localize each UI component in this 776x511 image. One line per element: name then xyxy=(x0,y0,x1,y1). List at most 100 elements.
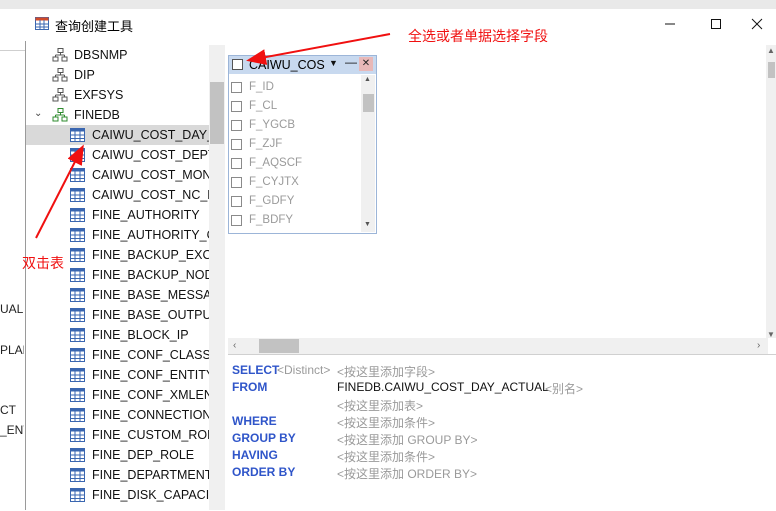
tree-item-table[interactable]: FINE_CONNECTION xyxy=(26,405,225,425)
tree-item-table[interactable]: FINE_BASE_MESSAGE xyxy=(26,285,225,305)
field-scroll-up-icon[interactable]: ▲ xyxy=(364,76,371,83)
field-row[interactable]: F_CYJTX xyxy=(231,173,361,192)
tree-item-label: FINEDB xyxy=(74,108,120,122)
close-button[interactable] xyxy=(735,9,776,39)
field-row[interactable]: F_CL xyxy=(231,97,361,116)
field-checkbox[interactable] xyxy=(231,120,242,131)
field-scroll-down-icon[interactable]: ▼ xyxy=(364,221,371,228)
scroll-left-arrow-icon[interactable]: ‹ xyxy=(233,340,236,351)
tree-item-schema[interactable]: DIP xyxy=(26,65,225,85)
field-label: F_BDFY xyxy=(249,214,294,226)
tree-item-schema[interactable]: ⌄ FINEDB xyxy=(26,105,225,125)
tree-item-table[interactable]: CAIWU_COST_DEPT xyxy=(26,145,225,165)
add-order-by-placeholder[interactable]: <按这里添加 ORDER BY> xyxy=(337,465,477,482)
table-icon xyxy=(70,448,85,465)
field-list-scrollbar-thumb[interactable] xyxy=(363,94,374,112)
tree-item-table[interactable]: FINE_DEP_ROLE xyxy=(26,445,225,465)
table-icon xyxy=(70,468,85,485)
table-icon xyxy=(70,188,85,205)
scroll-up-arrow-icon[interactable]: ▲ xyxy=(767,46,775,55)
scroll-right-arrow-icon[interactable]: › xyxy=(757,340,760,351)
canvas-vertical-scrollbar-thumb[interactable] xyxy=(768,62,775,78)
table-box-close-icon[interactable]: ✕ xyxy=(359,57,373,71)
table-box-minimize-icon[interactable]: — xyxy=(345,55,357,69)
field-row[interactable]: F_ZJF xyxy=(231,135,361,154)
having-keyword: HAVING xyxy=(232,448,278,462)
add-condition-placeholder[interactable]: <按这里添加条件> xyxy=(337,414,435,431)
add-table-placeholder[interactable]: <按这里添加表> xyxy=(337,397,423,414)
canvas-horizontal-scrollbar[interactable] xyxy=(228,338,768,354)
tree-item-label: CAIWU_COST_MONTH xyxy=(92,168,225,182)
tree-item-table[interactable]: FINE_BLOCK_IP xyxy=(26,325,225,345)
annotation-select-fields: 全选或者单据选择字段 xyxy=(408,28,548,44)
table-icon xyxy=(70,388,85,405)
tree-item-table[interactable]: FINE_AUTHORITY xyxy=(26,205,225,225)
table-icon xyxy=(70,248,85,265)
expand-chevron-icon[interactable]: ⌄ xyxy=(34,108,42,119)
tree-item-table[interactable]: FINE_CONF_ENTITY xyxy=(26,365,225,385)
dropdown-icon[interactable]: ▼ xyxy=(329,58,338,68)
tree-item-table[interactable]: FINE_CONF_XMLENTITY xyxy=(26,385,225,405)
from-keyword: FROM xyxy=(232,380,268,394)
database-tree[interactable]: DBSNMP DIP EXFSYS ⌄ FINEDB CAIWU_COST_DAY_ACT… xyxy=(26,41,225,510)
maximize-button[interactable] xyxy=(694,9,738,39)
add-field-placeholder[interactable]: <按这里添加字段> xyxy=(337,363,435,380)
table-box-title: CAIWU_COST_DAY_ACTUAL xyxy=(249,58,325,72)
field-row[interactable]: F_YGCB xyxy=(231,116,361,135)
add-having-placeholder[interactable]: <按这里添加条件> xyxy=(337,448,435,465)
tree-item-label: FINE_AUTHORITY xyxy=(92,208,200,222)
field-row[interactable]: F_BDFY xyxy=(231,211,361,230)
scroll-down-arrow-icon[interactable]: ▼ xyxy=(767,330,775,339)
schema-icon xyxy=(52,88,68,105)
schema-icon xyxy=(52,108,68,125)
add-group-by-placeholder[interactable]: <按这里添加 GROUP BY> xyxy=(337,431,477,448)
tree-scrollbar-thumb[interactable] xyxy=(210,82,224,144)
tree-item-table[interactable]: FINE_DISK_CAPACITY xyxy=(26,485,225,505)
minimize-button[interactable] xyxy=(648,9,692,39)
field-checkbox[interactable] xyxy=(231,215,242,226)
tree-item-label: CAIWU_COST_NC_BA xyxy=(92,188,224,202)
group-by-keyword: GROUP BY xyxy=(232,431,296,445)
schema-icon xyxy=(52,68,68,85)
sql-editor[interactable] xyxy=(228,354,776,511)
table-icon xyxy=(70,488,85,505)
field-row[interactable]: F_GDFY xyxy=(231,192,361,211)
tree-item-label: CAIWU_COST_DAY_ACTUAL xyxy=(92,128,225,142)
tree-item-table[interactable]: FINE_DEPARTMENT xyxy=(26,465,225,485)
table-icon xyxy=(70,148,85,165)
field-checkbox[interactable] xyxy=(231,101,242,112)
field-checkbox[interactable] xyxy=(231,158,242,169)
alias-placeholder[interactable]: <别名> xyxy=(545,380,583,397)
tree-item-label: FINE_BACKUP_NODE xyxy=(92,268,222,282)
field-row[interactable]: F_ID xyxy=(231,78,361,97)
schema-icon xyxy=(52,48,68,65)
canvas-horizontal-scrollbar-thumb[interactable] xyxy=(259,339,299,353)
select-all-checkbox[interactable] xyxy=(232,59,243,70)
field-row[interactable]: F_AQSCF xyxy=(231,154,361,173)
from-table-name[interactable]: FINEDB.CAIWU_COST_DAY_ACTUAL xyxy=(337,380,549,394)
table-icon xyxy=(70,428,85,445)
tree-item-table[interactable]: CAIWU_COST_DAY_ACTUAL xyxy=(26,125,225,145)
tree-item-table[interactable]: FINE_BASE_OUTPUT xyxy=(26,305,225,325)
tree-item-table[interactable]: CAIWU_COST_NC_BA xyxy=(26,185,225,205)
tree-item-label: DIP xyxy=(74,68,95,82)
tree-item-schema[interactable]: EXFSYS xyxy=(26,85,225,105)
field-checkbox[interactable] xyxy=(231,177,242,188)
select-keyword: SELECT xyxy=(232,363,280,377)
tree-item-schema[interactable]: DBSNMP xyxy=(26,45,225,65)
background-text: CT xyxy=(0,403,16,417)
canvas-vertical-scrollbar[interactable] xyxy=(766,45,776,338)
tree-item-table[interactable]: FINE_CUSTOM_ROLE xyxy=(26,425,225,445)
table-icon xyxy=(70,208,85,225)
field-checkbox[interactable] xyxy=(231,139,242,150)
tree-item-table[interactable]: FINE_CONF_CLASSNAME xyxy=(26,345,225,365)
tree-item-table[interactable]: FINE_AUTHORITY_OBJECT xyxy=(26,225,225,245)
field-checkbox[interactable] xyxy=(231,82,242,93)
table-icon xyxy=(70,368,85,385)
background-text: UAL xyxy=(0,302,24,316)
distinct-toggle[interactable]: <Distinct> xyxy=(277,363,330,377)
field-checkbox[interactable] xyxy=(231,196,242,207)
table-icon xyxy=(70,348,85,365)
tree-item-table[interactable]: CAIWU_COST_MONTH xyxy=(26,165,225,185)
background-text: _ENT xyxy=(0,423,24,437)
